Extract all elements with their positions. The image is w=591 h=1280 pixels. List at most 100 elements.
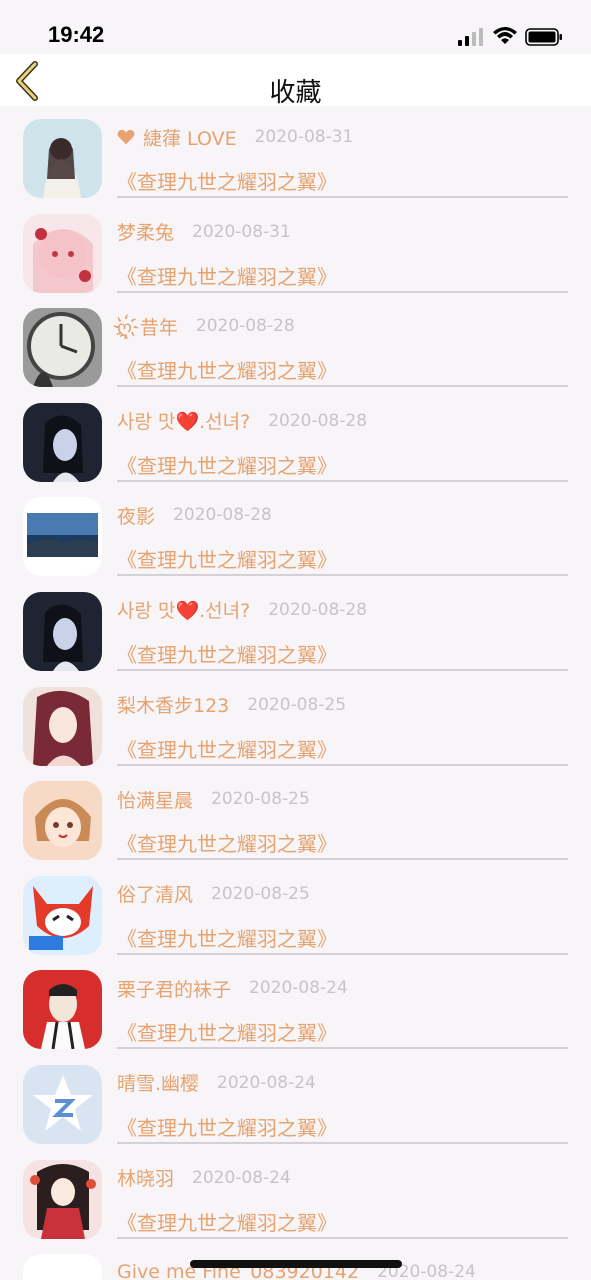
item-date: 2020-08-25 (211, 789, 310, 810)
avatar[interactable] (23, 1064, 102, 1144)
item-header: 사랑 맛❤️.선녀? 2020-08-28 (117, 595, 367, 625)
avatar[interactable] (23, 213, 102, 293)
avatar[interactable] (23, 970, 102, 1050)
navigation-bar: 收藏 (0, 54, 591, 108)
user-name[interactable]: 夜影 (117, 502, 155, 529)
avatar-image (23, 591, 102, 671)
item-date: 2020-08-24 (217, 1072, 316, 1093)
status-bar: 19:42 (0, 0, 591, 54)
item-header: ღ҉昔年 2020-08-28 (117, 311, 295, 341)
user-name[interactable]: 栗子君的袜子 (117, 975, 231, 1002)
book-title[interactable]: 《查理九世之耀羽之翼》 (117, 355, 337, 384)
avatar[interactable] (23, 119, 102, 198)
avatar[interactable] (23, 308, 102, 388)
item-header: 사랑 맛❤️.선녀? 2020-08-28 (117, 406, 367, 436)
user-name[interactable]: 林晓羽 (117, 1164, 174, 1191)
item-date: 2020-08-25 (211, 883, 310, 904)
avatar[interactable] (23, 686, 102, 766)
avatar[interactable] (23, 1159, 102, 1239)
user-name[interactable]: 晴雪.幽樱 (117, 1069, 199, 1096)
list-item[interactable]: 怡满星晨 2020-08-25 《查理九世之耀羽之翼》 (0, 768, 591, 863)
item-header: 梨木香步123 2020-08-25 (117, 690, 346, 720)
divider (117, 479, 568, 482)
avatar-image (23, 1254, 102, 1280)
book-title[interactable]: 《查理九世之耀羽之翼》 (117, 1112, 337, 1141)
book-title[interactable]: 《查理九世之耀羽之翼》 (117, 450, 337, 479)
user-name[interactable]: ღ҉昔年 (117, 313, 178, 340)
book-title[interactable]: 《查理九世之耀羽之翼》 (117, 639, 337, 668)
divider (117, 1047, 568, 1050)
divider (117, 574, 568, 577)
item-header: 怡满星晨 2020-08-25 (117, 784, 310, 814)
list-item[interactable]: 夜影 2020-08-28 《查理九世之耀羽之翼》 (0, 484, 591, 579)
cellular-signal-icon (458, 28, 483, 46)
user-name[interactable]: 俗了清风 (117, 880, 193, 907)
item-header: 晴雪.幽樱 2020-08-24 (117, 1068, 316, 1098)
item-date: 2020-08-25 (247, 694, 347, 715)
divider (117, 1141, 568, 1144)
avatar-image (23, 497, 102, 577)
divider (117, 196, 568, 198)
list-item[interactable]: 사랑 맛❤️.선녀? 2020-08-28 《查理九世之耀羽之翼》 (0, 390, 591, 485)
item-date: 2020-08-31 (192, 221, 291, 242)
avatar[interactable] (23, 591, 102, 671)
favorites-list: 緁葎 LOVE 2020-08-31 《查理九世之耀羽之翼》 梦柔兔 2020-08-3… (0, 106, 591, 1280)
home-indicator[interactable] (190, 1260, 402, 1268)
heart-icon (117, 129, 135, 145)
list-item[interactable]: ღ҉昔年 2020-08-28 《查理九世之耀羽之翼》 (0, 295, 591, 390)
book-title[interactable]: 《查理九世之耀羽之翼》 (117, 1017, 337, 1046)
battery-icon (525, 28, 562, 46)
avatar-image (23, 119, 102, 198)
list-item[interactable]: 梦柔兔 2020-08-31 《查理九世之耀羽之翼》 (0, 201, 591, 296)
avatar-image (23, 1064, 102, 1144)
item-date: 2020-08-28 (173, 505, 272, 526)
avatar[interactable] (23, 1254, 102, 1280)
list-item[interactable]: 晴雪.幽樱 2020-08-24 《查理九世之耀羽之翼》 (0, 1052, 591, 1147)
list-item[interactable]: 林晓羽 2020-08-24 《查理九世之耀羽之翼》 (0, 1147, 591, 1242)
avatar[interactable] (23, 497, 102, 577)
avatar-image (23, 308, 102, 388)
avatar-image (23, 1159, 102, 1239)
avatar-image (23, 970, 102, 1050)
divider (117, 1236, 568, 1239)
avatar[interactable] (23, 781, 102, 861)
item-date: 2020-08-24 (192, 1167, 291, 1188)
divider (117, 858, 568, 861)
list-item[interactable]: 사랑 맛❤️.선녀? 2020-08-28 《查理九世之耀羽之翼》 (0, 579, 591, 674)
user-name[interactable]: 怡满星晨 (117, 786, 193, 813)
user-name[interactable]: 사랑 맛❤️.선녀? (117, 407, 250, 434)
list-item[interactable]: 栗子君的袜子 2020-08-24 《查理九世之耀羽之翼》 (0, 957, 591, 1052)
book-title[interactable]: 《查理九世之耀羽之翼》 (117, 166, 337, 195)
item-date: 2020-08-31 (254, 127, 354, 147)
avatar-image (23, 781, 102, 861)
book-title[interactable]: 《查理九世之耀羽之翼》 (117, 1207, 337, 1236)
item-header: 俗了清风 2020-08-25 (117, 879, 310, 909)
user-name[interactable]: 사랑 맛❤️.선녀? (117, 596, 250, 623)
item-date: 2020-08-28 (268, 599, 368, 620)
avatar[interactable] (23, 402, 102, 482)
divider (117, 668, 568, 671)
user-name[interactable]: 梦柔兔 (117, 218, 174, 245)
item-date: 2020-08-28 (268, 410, 368, 431)
wifi-icon (493, 27, 517, 44)
book-title[interactable]: 《查理九世之耀羽之翼》 (117, 828, 337, 857)
page-title: 收藏 (269, 78, 322, 108)
list-item[interactable]: 俗了清风 2020-08-25 《查理九世之耀羽之翼》 (0, 863, 591, 958)
list-item[interactable]: 梨木香步123 2020-08-25 《查理九世之耀羽之翼》 (0, 674, 591, 769)
book-title[interactable]: 《查理九世之耀羽之翼》 (117, 923, 337, 952)
item-date: 2020-08-24 (249, 978, 348, 999)
avatar-image (23, 402, 102, 482)
book-title[interactable]: 《查理九世之耀羽之翼》 (117, 261, 337, 290)
avatar-image (23, 875, 102, 955)
user-name[interactable]: 緁葎 LOVE (143, 124, 237, 151)
item-header: 夜影 2020-08-28 (117, 500, 272, 530)
list-item[interactable]: 緁葎 LOVE 2020-08-31 《查理九世之耀羽之翼》 (0, 106, 591, 201)
divider (117, 290, 568, 293)
status-time: 19:42 (48, 22, 105, 47)
book-title[interactable]: 《查理九世之耀羽之翼》 (117, 544, 337, 573)
book-title[interactable]: 《查理九世之耀羽之翼》 (117, 734, 337, 763)
avatar[interactable] (23, 875, 102, 955)
item-header: 緁葎 LOVE 2020-08-31 (117, 122, 353, 152)
divider (117, 952, 568, 955)
user-name[interactable]: 梨木香步123 (117, 691, 229, 718)
